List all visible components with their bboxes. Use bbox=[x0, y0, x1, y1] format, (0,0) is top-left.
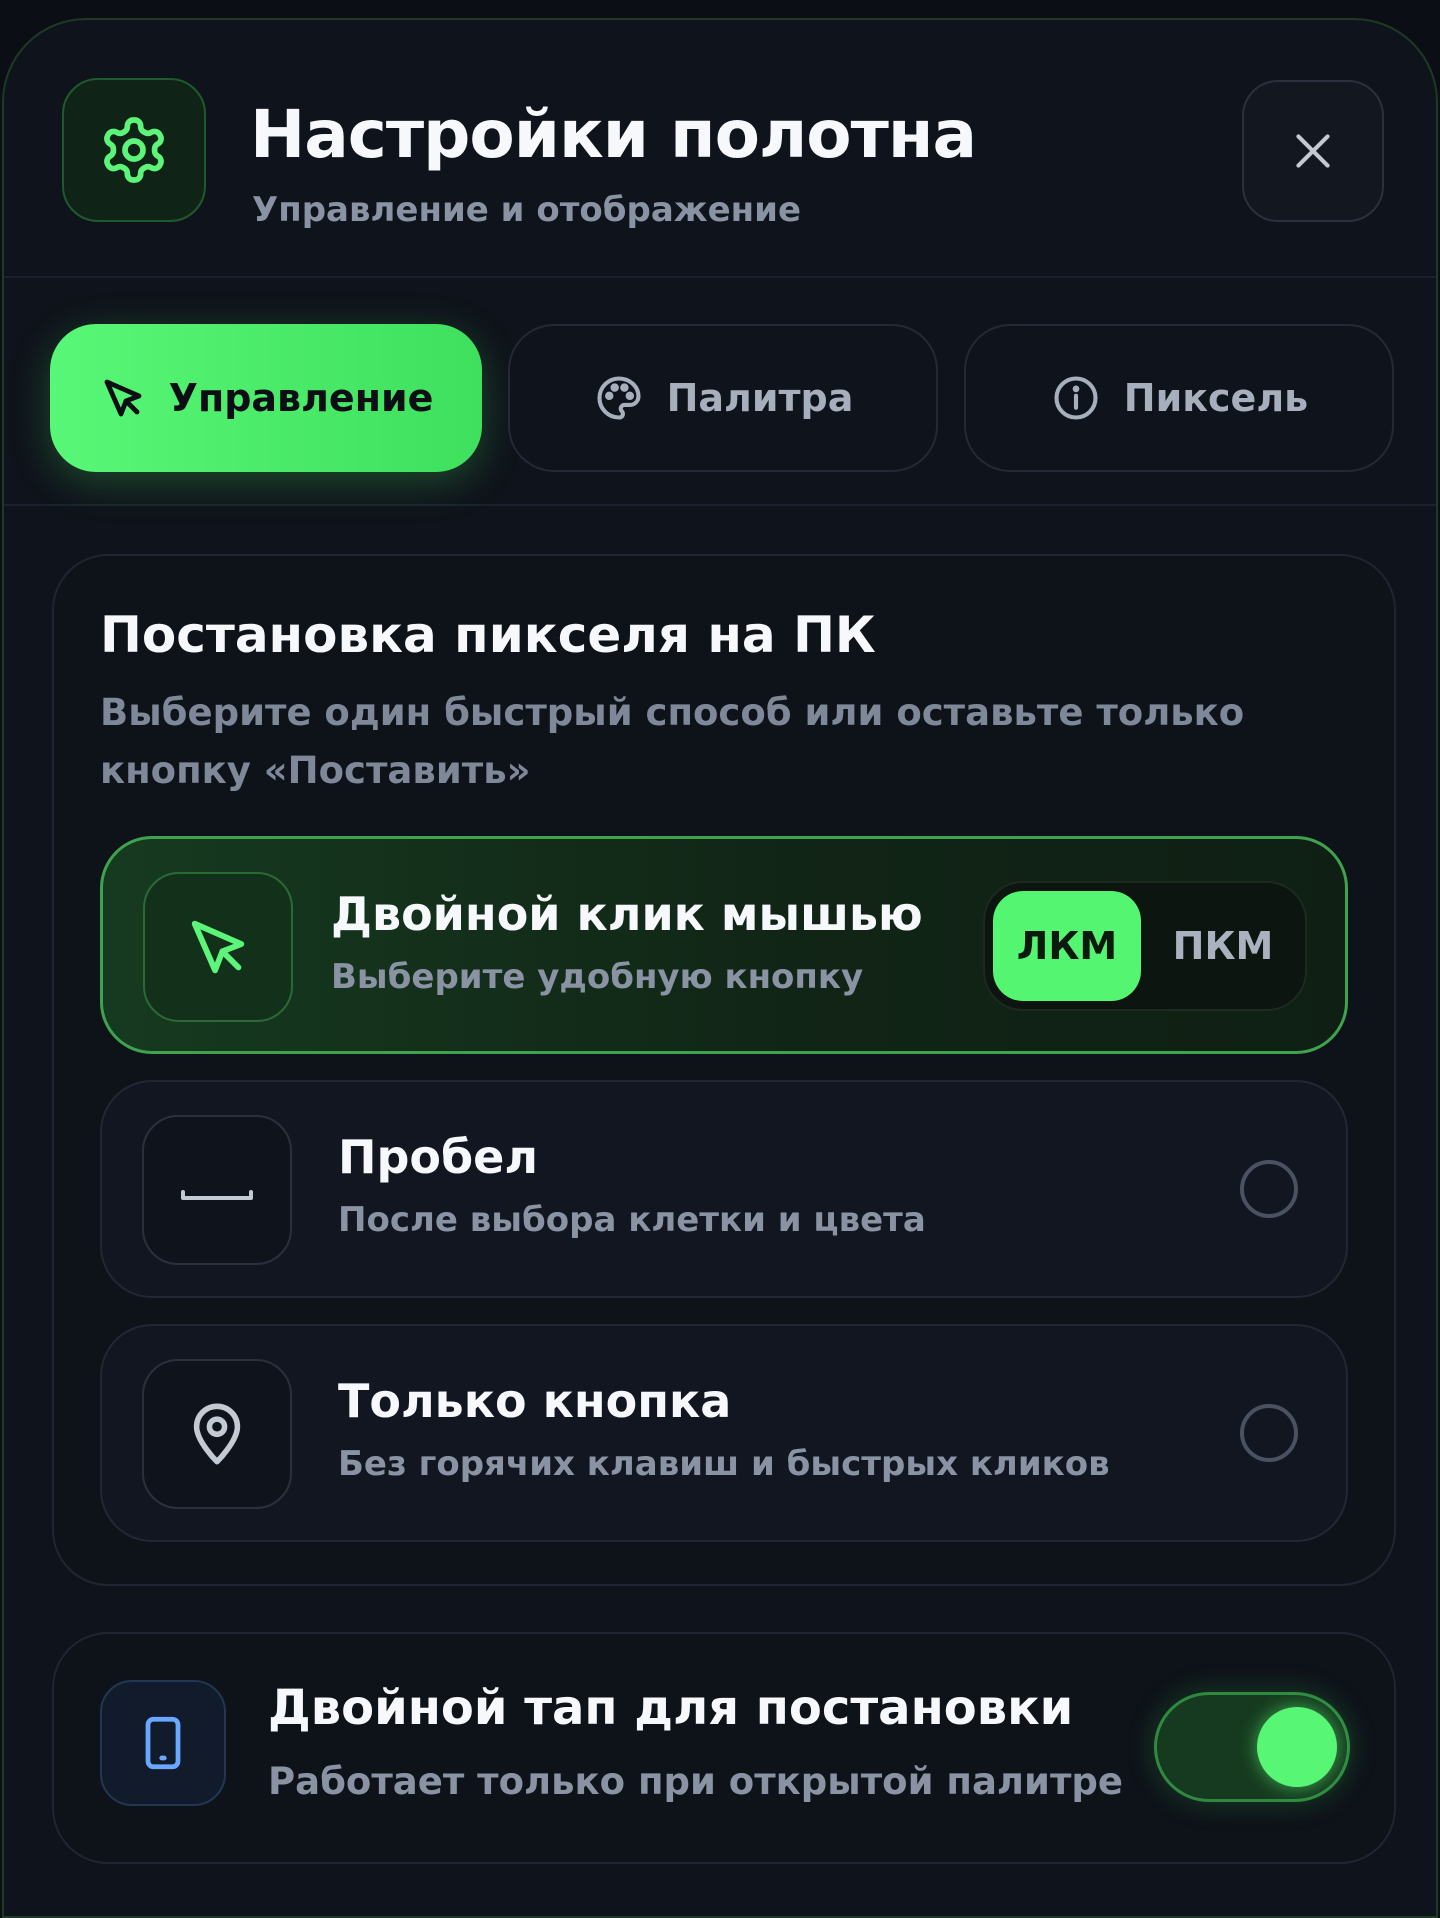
option-title: Только кнопка bbox=[338, 1374, 732, 1428]
option-subtitle: Без горячих клавиш и быстрых кликов bbox=[338, 1444, 1110, 1484]
option-subtitle: После выбора клетки и цвета bbox=[338, 1200, 926, 1240]
info-icon bbox=[1054, 376, 1098, 420]
section-title: Постановка пикселя на ПК bbox=[100, 606, 876, 664]
option-title: Пробел bbox=[338, 1130, 539, 1184]
tab-bar: Управление Палитра Пиксель bbox=[4, 278, 1436, 506]
cursor-icon bbox=[191, 920, 245, 974]
option-title: Двойной клик мышью bbox=[331, 887, 923, 941]
tab-pixel-label: Пиксель bbox=[1123, 376, 1309, 420]
lmb-button[interactable]: ЛКМ bbox=[993, 891, 1141, 1001]
gear-icon bbox=[104, 117, 164, 183]
double-tap-title: Двойной тап для постановки bbox=[268, 1680, 1074, 1736]
tab-controls-label: Управление bbox=[168, 376, 434, 420]
smartphone-icon bbox=[145, 1716, 181, 1770]
option-space[interactable]: Пробел После выбора клетки и цвета bbox=[100, 1080, 1348, 1298]
canvas-settings-panel: Настройки полотна Управление и отображен… bbox=[2, 18, 1438, 1918]
rmb-button[interactable]: ПКМ bbox=[1149, 891, 1297, 1001]
option-subtitle: Выберите удобную кнопку bbox=[331, 957, 864, 997]
double-tap-subtitle: Работает только при открытой палитре bbox=[268, 1760, 1123, 1803]
palette-icon bbox=[597, 376, 641, 420]
option-button-only[interactable]: Только кнопка Без горячих клавиш и быстр… bbox=[100, 1324, 1348, 1542]
close-icon bbox=[1296, 134, 1330, 168]
settings-badge bbox=[62, 78, 206, 222]
option-icon-box bbox=[143, 872, 293, 1022]
pc-placement-section: Постановка пикселя на ПК Выберите один б… bbox=[52, 554, 1396, 1586]
tab-palette-label: Палитра bbox=[666, 376, 854, 420]
double-tap-toggle[interactable] bbox=[1154, 1692, 1350, 1802]
spacebar-icon bbox=[181, 1190, 253, 1200]
mouse-button-selector: ЛКМ ПКМ bbox=[983, 881, 1307, 1011]
section-description: Выберите один быстрый способ или оставьт… bbox=[100, 691, 1245, 792]
option-icon-box bbox=[142, 1359, 292, 1509]
toggle-knob bbox=[1257, 1707, 1337, 1787]
tab-controls[interactable]: Управление bbox=[50, 324, 482, 472]
option-double-click[interactable]: Двойной клик мышью Выберите удобную кноп… bbox=[100, 836, 1348, 1054]
close-button[interactable]: close-icon bbox=[1242, 80, 1384, 222]
tab-palette[interactable]: Палитра bbox=[508, 324, 938, 472]
double-tap-setting: Двойной тап для постановки Работает толь… bbox=[52, 1632, 1396, 1864]
panel-subtitle: Управление и отображение bbox=[252, 190, 802, 230]
tab-pixel[interactable]: Пиксель bbox=[964, 324, 1394, 472]
option-icon-box bbox=[142, 1115, 292, 1265]
option-radio[interactable] bbox=[1240, 1160, 1298, 1218]
panel-title: Настройки полотна bbox=[250, 96, 977, 173]
option-radio[interactable] bbox=[1240, 1404, 1298, 1462]
map-pin-icon bbox=[193, 1403, 241, 1465]
cursor-icon bbox=[104, 379, 142, 417]
panel-header: Настройки полотна Управление и отображен… bbox=[4, 20, 1436, 278]
phone-icon-box bbox=[100, 1680, 226, 1806]
